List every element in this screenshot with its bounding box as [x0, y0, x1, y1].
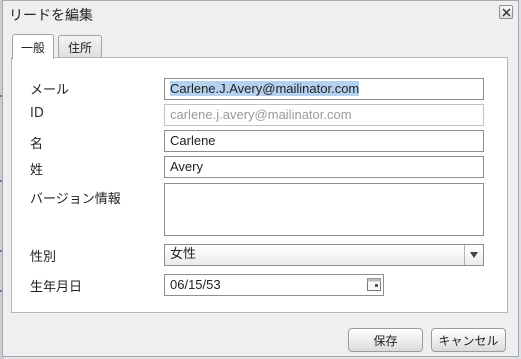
email-value: Carlene.J.Avery@mailinator.com — [170, 81, 360, 96]
tab-address[interactable]: 住所 — [58, 35, 102, 58]
edit-lead-dialog: リードを編集 一般 住所 メール Carlene.J.Avery@mailina… — [2, 0, 519, 357]
gender-dropdown-toggle[interactable] — [464, 245, 483, 265]
first-name-field[interactable]: Carlene — [164, 130, 484, 152]
gender-label: 性別 — [30, 250, 57, 265]
birthdate-value: 06/15/53 — [170, 277, 221, 292]
gender-select[interactable]: 女性 — [164, 244, 484, 266]
gender-value: 女性 — [170, 247, 197, 262]
dialog-title: リードを編集 — [9, 8, 93, 24]
email-label: メール — [30, 83, 70, 98]
dialog-footer: 保存 キャンセル — [3, 315, 518, 358]
calendar-icon[interactable] — [367, 278, 381, 291]
first-name-value: Carlene — [170, 133, 216, 148]
chevron-down-icon — [470, 252, 478, 258]
birthdate-label: 生年月日 — [30, 280, 83, 295]
save-button-label: 保存 — [373, 333, 398, 348]
id-value: carlene.j.avery@mailinator.com — [170, 107, 352, 122]
save-button[interactable]: 保存 — [348, 328, 423, 352]
id-label: ID — [30, 106, 44, 121]
last-name-label: 姓 — [30, 163, 44, 178]
id-field: carlene.j.avery@mailinator.com — [164, 104, 484, 126]
email-field[interactable]: Carlene.J.Avery@mailinator.com — [164, 78, 484, 100]
version-textarea[interactable] — [164, 183, 484, 236]
last-name-value: Avery — [170, 159, 203, 174]
version-label: バージョン情報 — [30, 192, 121, 207]
cancel-button-label: キャンセル — [438, 333, 499, 348]
tab-general[interactable]: 一般 — [12, 34, 54, 59]
tab-address-label: 住所 — [67, 40, 92, 55]
tab-general-label: 一般 — [20, 40, 45, 55]
cancel-button[interactable]: キャンセル — [431, 328, 506, 352]
general-panel: メール Carlene.J.Avery@mailinator.com ID ca… — [11, 57, 508, 313]
dialog-titlebar: リードを編集 — [3, 1, 518, 27]
first-name-label: 名 — [30, 137, 44, 152]
close-icon — [502, 8, 511, 17]
last-name-field[interactable]: Avery — [164, 156, 484, 178]
birthdate-field[interactable]: 06/15/53 — [164, 274, 384, 296]
close-button[interactable] — [499, 5, 513, 19]
